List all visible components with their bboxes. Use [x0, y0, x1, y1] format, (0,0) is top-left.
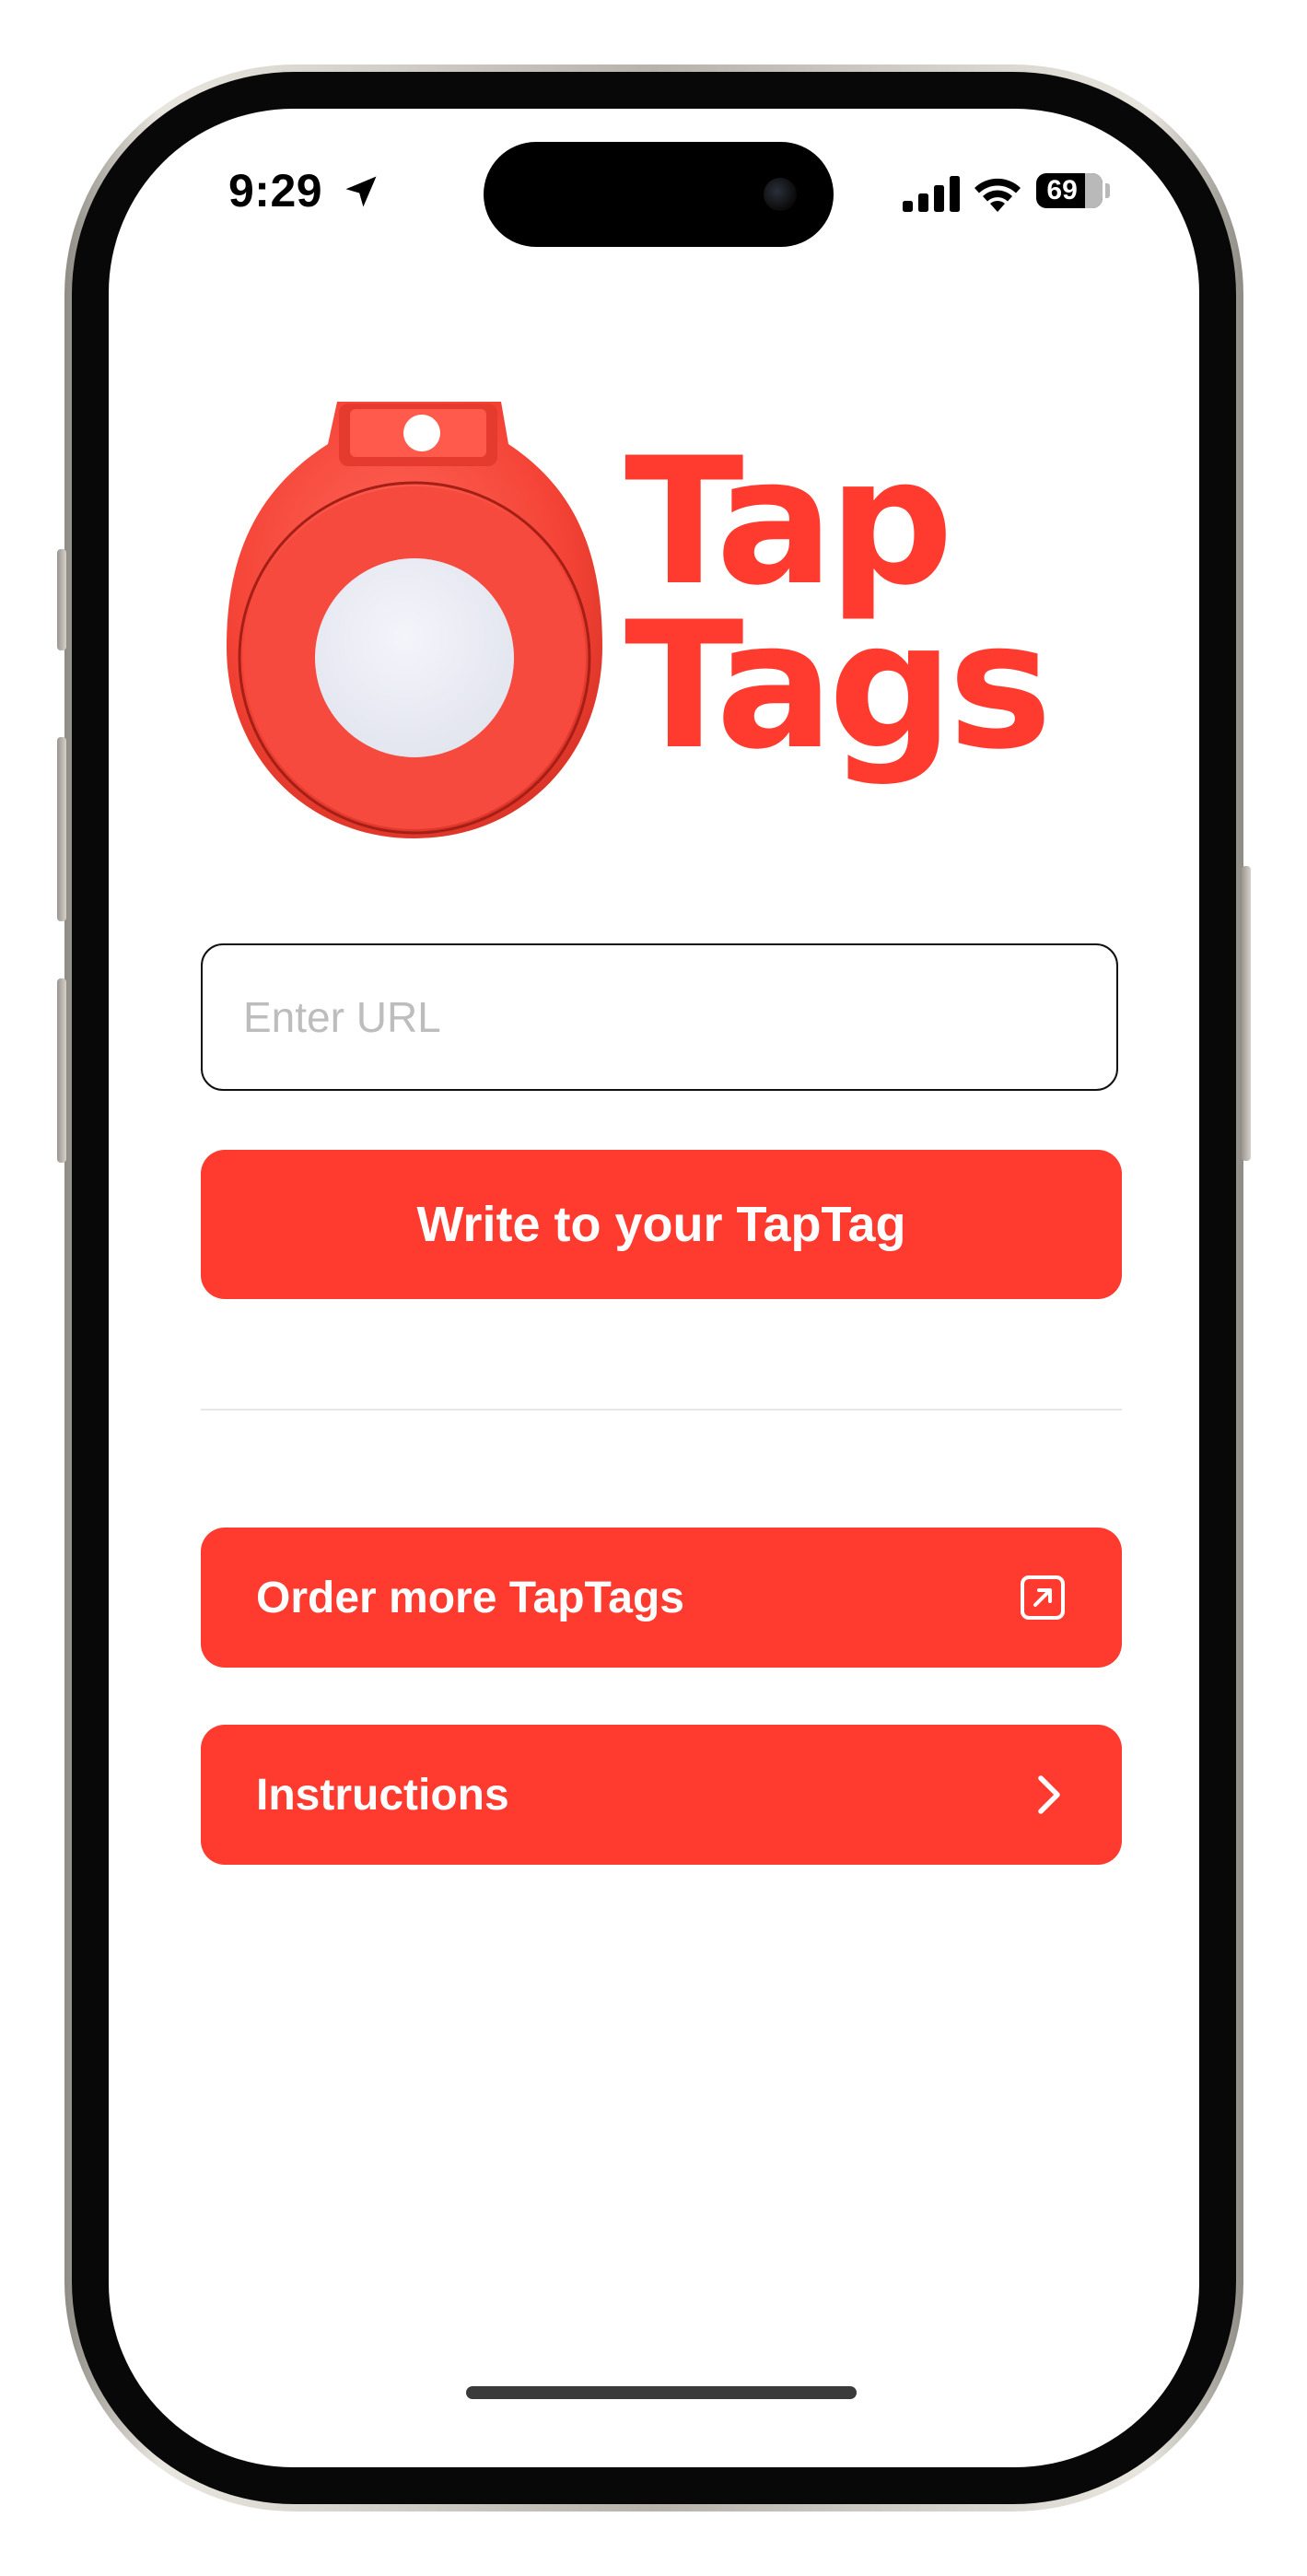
home-indicator[interactable] — [466, 2386, 857, 2399]
status-bar: 9:29 69 — [109, 109, 1199, 256]
write-to-taptag-button[interactable]: Write to your TapTag — [201, 1150, 1122, 1299]
cellular-signal-icon — [903, 176, 960, 212]
section-divider — [201, 1409, 1122, 1411]
action-button — [57, 549, 66, 650]
app-wordmark: Tap Tags — [624, 420, 1052, 788]
taptag-logo-icon — [227, 402, 602, 838]
app-screen: 9:29 69 Tap Tags Enter URL Write to your… — [109, 109, 1199, 2467]
dynamic-island — [484, 142, 834, 247]
url-input[interactable] — [201, 943, 1118, 1091]
wordmark-line-2: Tags — [624, 584, 1052, 788]
order-button-label: Order more TapTags — [256, 1573, 684, 1622]
battery-cap — [1105, 183, 1110, 198]
volume-down-button — [57, 978, 66, 1163]
battery-indicator: 69 — [1036, 173, 1103, 208]
order-more-button[interactable]: Order more TapTags — [201, 1528, 1122, 1668]
wifi-icon — [974, 178, 1021, 212]
write-button-label: Write to your TapTag — [416, 1197, 906, 1252]
wordmark-line-1: Tap — [624, 420, 953, 624]
status-time: 9:29 — [228, 165, 323, 217]
battery-percent: 69 — [1046, 175, 1078, 205]
instructions-button-label: Instructions — [256, 1770, 509, 1820]
location-arrow-icon — [345, 176, 377, 207]
power-button — [1242, 866, 1251, 1161]
instructions-button[interactable]: Instructions — [201, 1725, 1122, 1865]
chevron-right-icon — [1038, 1775, 1060, 1814]
front-camera — [764, 178, 797, 211]
volume-up-button — [57, 737, 66, 921]
external-link-icon — [1021, 1575, 1065, 1620]
